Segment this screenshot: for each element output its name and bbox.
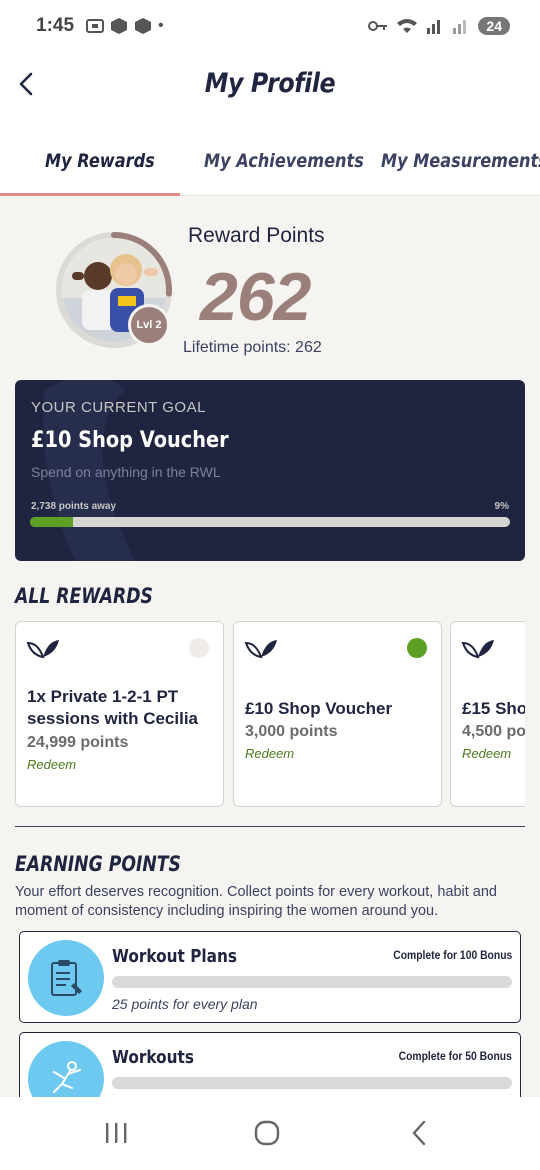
more-dot-icon: • — [158, 17, 164, 34]
earning-points-description: Your effort deserves recognition. Collec… — [15, 884, 497, 919]
earning-item-workout-plans[interactable]: Workout Plans Complete for 100 Bonus 25 … — [19, 931, 521, 1023]
goal-description: Spend on anything in the RWL — [31, 464, 221, 480]
reward-name: 1x Private 1-2-1 PT sessions with Cecili… — [27, 687, 199, 728]
home-icon — [254, 1120, 280, 1146]
signal-icon — [453, 20, 467, 34]
status-time: 1:45 — [36, 15, 75, 36]
tab-my-rewards[interactable]: My Rewards — [45, 150, 155, 172]
leaf-logo-icon — [461, 640, 494, 659]
all-rewards-heading: ALL REWARDS — [15, 584, 153, 608]
page-title: My Profile — [204, 68, 336, 99]
redeem-link[interactable]: Redeem — [245, 746, 294, 761]
status-bar: 1:45 • 24 — [0, 0, 540, 52]
tab-my-measurements[interactable]: My Measurements — [381, 150, 540, 172]
current-goal-card[interactable]: YOUR CURRENT GOAL £10 Shop Voucher Spend… — [15, 380, 525, 561]
recent-apps-button[interactable] — [96, 1117, 136, 1149]
reward-points: 24,999 points — [27, 734, 129, 751]
reward-points-summary: Lvl 2 Reward Points 262 Lifetime points:… — [0, 196, 540, 376]
app-header: My Profile — [0, 52, 540, 126]
system-navigation-bar — [0, 1097, 540, 1170]
rewards-carousel[interactable]: 1x Private 1-2-1 PT sessions with Cecili… — [15, 621, 525, 807]
goal-points-away: 2,738 points away — [31, 501, 117, 512]
package-icon — [111, 18, 128, 34]
tab-my-achievements[interactable]: My Achievements — [204, 150, 364, 172]
chevron-left-icon — [412, 1120, 426, 1146]
system-icons: 24 — [368, 17, 510, 35]
home-button[interactable] — [247, 1117, 287, 1149]
wifi-icon — [397, 19, 418, 33]
level-badge: Lvl 2 — [128, 304, 170, 346]
profile-tabs: My Rewards My Achievements My Measuremen… — [0, 126, 540, 196]
reward-card[interactable]: £10 Shop Voucher 3,000 points Redeem — [233, 621, 442, 807]
package-icon — [135, 18, 152, 34]
earning-item-title: Workouts — [112, 1047, 194, 1068]
goal-name: £10 Shop Voucher — [31, 428, 229, 453]
signal-icon — [427, 20, 441, 34]
earning-item-bonus: Complete for 100 Bonus — [392, 950, 512, 962]
recent-apps-icon — [106, 1123, 127, 1143]
goal-progress-bar — [30, 517, 510, 527]
goal-percent: 9% — [494, 501, 509, 512]
section-divider — [15, 826, 525, 827]
earning-item-title: Workout Plans — [112, 946, 237, 967]
leaf-logo-icon — [26, 640, 59, 659]
earning-item-progress-bar — [112, 976, 512, 988]
reward-points: 3,000 points — [245, 723, 338, 740]
notification-icons: • — [86, 17, 164, 35]
system-back-button[interactable] — [400, 1117, 440, 1149]
earning-points-heading: EARNING POINTS — [15, 852, 181, 876]
lifetime-points: Lifetime points: 262 — [183, 339, 322, 356]
redeem-link[interactable]: Redeem — [462, 746, 511, 761]
reward-points-value: 262 — [200, 259, 311, 335]
reward-status-dot — [189, 638, 209, 658]
reward-card[interactable]: £15 Shop Voucher 4,500 points Redeem — [450, 621, 525, 807]
goal-kicker: YOUR CURRENT GOAL — [31, 399, 206, 416]
reward-status-dot — [407, 638, 427, 658]
earning-item-progress-bar — [112, 1077, 512, 1089]
goal-progress-fill — [30, 517, 74, 527]
battery-indicator: 24 — [478, 17, 510, 35]
reward-points: 4,500 points — [462, 723, 525, 740]
key-icon — [368, 21, 388, 31]
redeem-link[interactable]: Redeem — [27, 757, 76, 772]
reward-points-title: Reward Points — [188, 224, 325, 247]
earning-item-bonus: Complete for 50 Bonus — [398, 1051, 512, 1063]
screenshot-icon — [86, 19, 105, 33]
reward-name: £15 Shop Voucher — [462, 699, 525, 718]
earning-item-subtitle: 25 points for every plan — [112, 996, 258, 1012]
leaf-logo-icon — [244, 640, 277, 659]
reward-card[interactable]: 1x Private 1-2-1 PT sessions with Cecili… — [15, 621, 224, 807]
clipboard-icon — [28, 940, 104, 1016]
reward-name: £10 Shop Voucher — [245, 699, 393, 718]
